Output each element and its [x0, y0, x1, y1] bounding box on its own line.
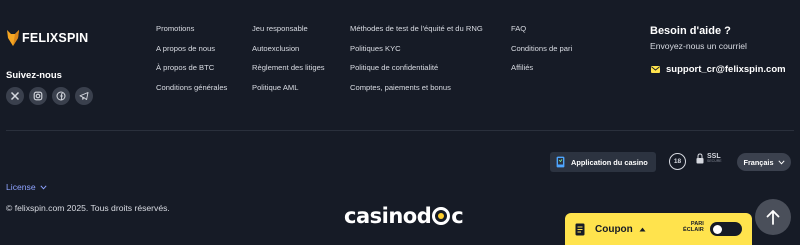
dispute-resolution-link[interactable]: Règlement des litiges [252, 63, 325, 83]
about-btc-link[interactable]: À propos de BTC [156, 63, 227, 83]
fairness-rng-link[interactable]: Méthodes de test de l'équité et du RNG [350, 24, 483, 44]
promotions-link[interactable]: Promotions [156, 24, 227, 44]
instagram-social-button[interactable] [29, 87, 47, 105]
quick-bet-toggle[interactable] [710, 222, 742, 236]
footer-links-column-2: Jeu responsable Autoexclusion Règlement … [252, 24, 325, 102]
casinodoc-text-start: casinod [344, 204, 432, 228]
ssl-sub-label: SECURE [707, 159, 722, 164]
coupon-bar[interactable]: Coupon PARI ÉCLAIR [565, 213, 752, 245]
casino-app-label: Application du casino [571, 157, 648, 167]
privacy-policy-link[interactable]: Politique de confidentialité [350, 63, 483, 83]
social-links [6, 87, 93, 105]
felixspin-logo[interactable]: FELIXSPIN [6, 28, 88, 48]
license-label: License [6, 182, 36, 192]
telegram-icon [79, 92, 89, 101]
ssl-secure-badge: SSL SECURE [696, 153, 722, 164]
accounts-payments-bonus-link[interactable]: Comptes, paiements et bonus [350, 83, 483, 103]
casinodoc-logo[interactable]: casinod c [344, 203, 464, 229]
aml-policy-link[interactable]: Politique AML [252, 83, 325, 103]
facebook-icon [56, 91, 66, 101]
follow-us-title: Suivez-nous [6, 70, 62, 81]
about-us-link[interactable]: A propos de nous [156, 44, 227, 64]
chevron-down-icon [40, 184, 47, 190]
terms-link[interactable]: Conditions générales [156, 83, 227, 103]
language-label: Français [743, 157, 774, 167]
facebook-social-button[interactable] [52, 87, 70, 105]
language-selector[interactable]: Français [737, 153, 791, 171]
coupon-label: Coupon [595, 223, 633, 235]
coupon-ticket-icon [575, 223, 585, 236]
kyc-policy-link[interactable]: Politiques KYC [350, 44, 483, 64]
casino-app-button[interactable]: Application du casino [550, 152, 656, 172]
instagram-icon [33, 91, 43, 101]
chevron-down-icon [777, 159, 785, 165]
help-title: Besoin d'aide ? [650, 25, 731, 37]
faq-link[interactable]: FAQ [511, 24, 572, 44]
footer-divider [6, 130, 794, 131]
footer-links-column-3: Méthodes de test de l'équité et du RNG P… [350, 24, 483, 102]
caret-up-icon [639, 227, 646, 231]
affiliates-link[interactable]: Affiliés [511, 63, 572, 83]
phone-icon [556, 156, 565, 168]
responsible-gaming-link[interactable]: Jeu responsable [252, 24, 325, 44]
brand-name: FELIXSPIN [22, 31, 89, 45]
casinodoc-text-end: c [451, 204, 464, 228]
self-exclusion-link[interactable]: Autoexclusion [252, 44, 325, 64]
telegram-social-button[interactable] [75, 87, 93, 105]
copyright-text: © felixspin.com 2025. Tous droits réserv… [6, 203, 170, 213]
help-subtitle: Envoyez-nous un courriel [650, 41, 747, 51]
x-icon [10, 91, 20, 101]
scroll-to-top-button[interactable] [755, 199, 791, 235]
fox-logo-icon [7, 30, 19, 46]
betting-terms-link[interactable]: Conditions de pari [511, 44, 572, 64]
footer-links-column-4: FAQ Conditions de pari Affiliés [511, 24, 572, 83]
envelope-icon [651, 66, 660, 73]
quick-bet-line-2: ÉCLAIR [683, 226, 704, 233]
toggle-knob [713, 224, 722, 234]
casinodoc-o-icon [432, 207, 451, 225]
support-email: support_cr@felixspin.com [666, 64, 786, 75]
footer-links-column-1: Promotions A propos de nous À propos de … [156, 24, 227, 102]
x-social-button[interactable] [6, 87, 24, 105]
quick-bet-label: PARI ÉCLAIR [683, 221, 704, 234]
age-18-badge: 18 [669, 153, 686, 170]
support-email-link[interactable]: support_cr@felixspin.com [651, 64, 786, 75]
lock-icon [696, 153, 704, 164]
license-toggle[interactable]: License [6, 182, 47, 192]
age-18-label: 18 [673, 158, 682, 165]
arrow-up-icon [766, 210, 780, 225]
